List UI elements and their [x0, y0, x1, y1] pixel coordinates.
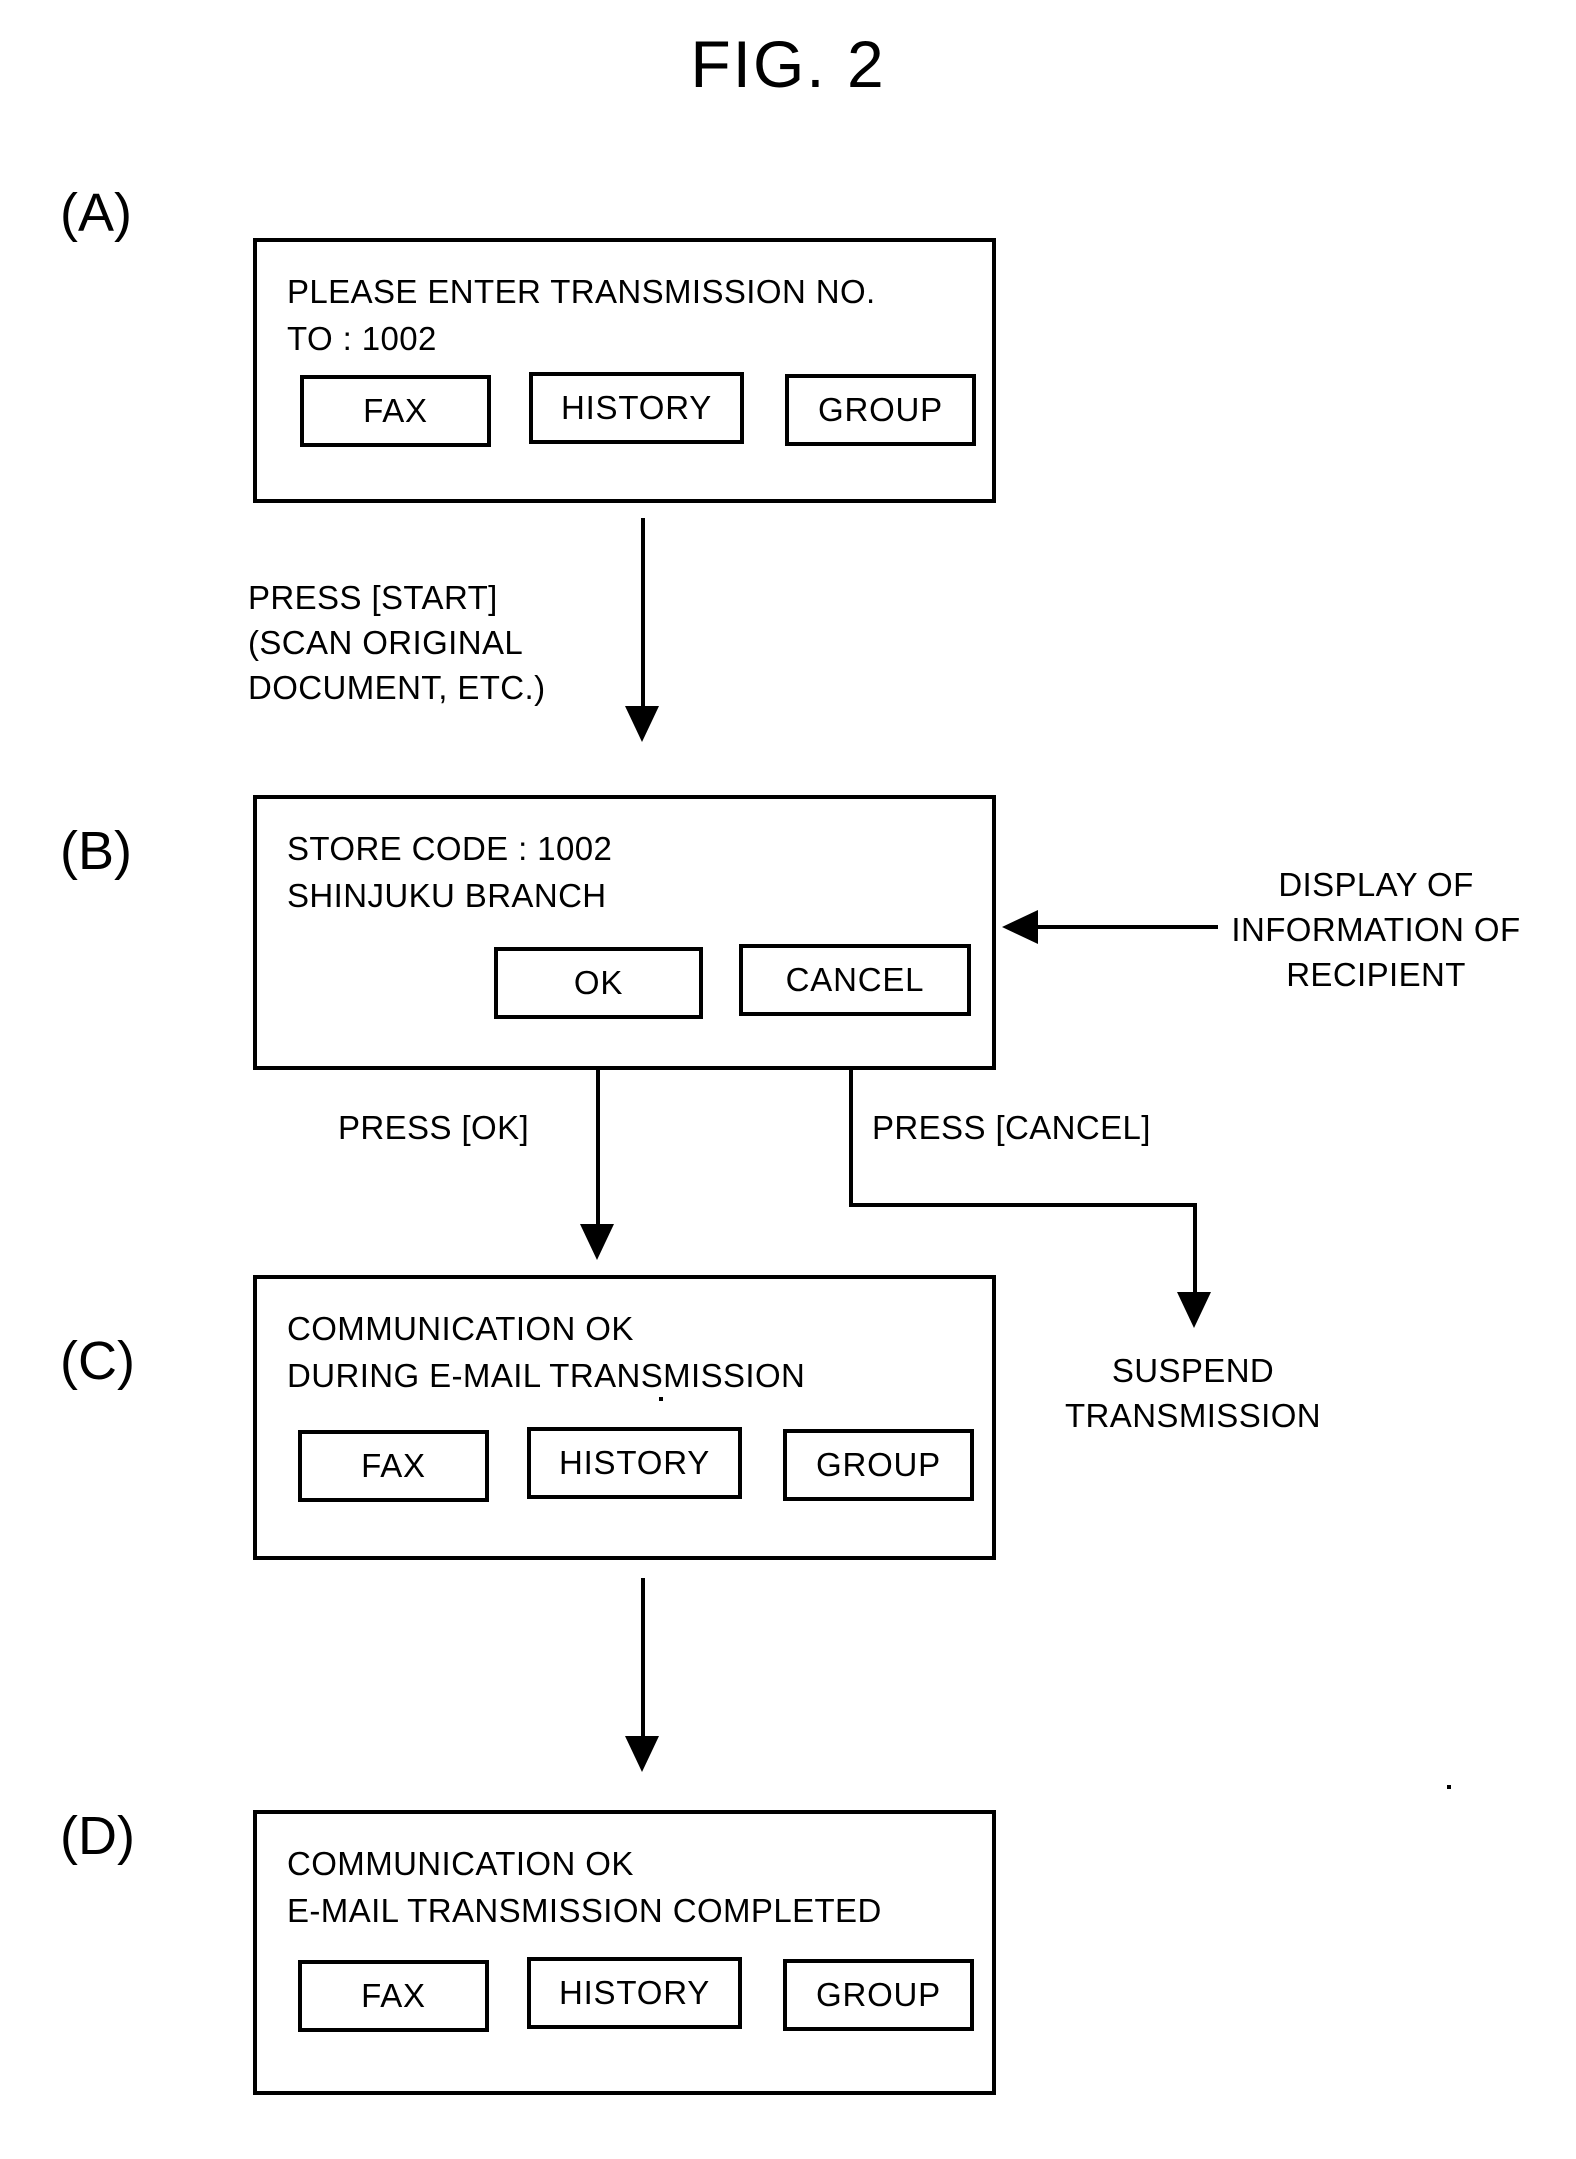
screen-d-line-2: E-MAIL TRANSMISSION COMPLETED — [287, 1892, 882, 1929]
screen-panel-a: PLEASE ENTER TRANSMISSION NO. TO : 1002 … — [253, 238, 996, 503]
annotation-display-recipient-line-3: RECIPIENT — [1286, 956, 1466, 993]
screen-panel-d: COMMUNICATION OK E-MAIL TRANSMISSION COM… — [253, 1810, 996, 2095]
button-fax-c[interactable]: FAX — [298, 1430, 489, 1502]
figure-title: FIG. 2 — [690, 27, 886, 101]
annotation-recipient-arrowhead — [1002, 910, 1038, 944]
connector-b-to-c-line — [596, 1070, 600, 1235]
annotation-recipient-leader-line — [1038, 925, 1218, 929]
button-group-a[interactable]: GROUP — [785, 374, 976, 446]
button-history-a[interactable]: HISTORY — [529, 372, 744, 444]
screen-c-line-2: DURING E-MAIL TRANSMISSION — [287, 1357, 806, 1394]
button-ok-b[interactable]: OK — [494, 947, 703, 1019]
button-history-d[interactable]: HISTORY — [527, 1957, 742, 2029]
connector-b-to-suspend-hline — [849, 1203, 1197, 1207]
screen-c-line-1: COMMUNICATION OK — [287, 1310, 634, 1347]
annotation-display-recipient-line-2: INFORMATION OF — [1231, 911, 1521, 948]
button-group-d[interactable]: GROUP — [783, 1959, 974, 2031]
screen-a-line-2: TO : 1002 — [287, 320, 437, 357]
annotation-press-ok: PRESS [OK] — [338, 1109, 530, 1146]
annotation-press-start-line-2: (SCAN ORIGINAL — [248, 624, 524, 661]
connector-b-to-suspend-arrowhead — [1177, 1292, 1211, 1328]
scan-speck-c — [659, 1397, 663, 1401]
screen-panel-c: COMMUNICATION OK DURING E-MAIL TRANSMISS… — [253, 1275, 996, 1560]
button-cancel-b[interactable]: CANCEL — [739, 944, 971, 1016]
annotation-suspend-line-2: TRANSMISSION — [1065, 1397, 1321, 1434]
connector-b-to-suspend-vline-2 — [1193, 1203, 1197, 1303]
scan-speck-d — [1447, 1785, 1451, 1789]
panel-label-a: (A) — [60, 183, 132, 243]
button-fax-d[interactable]: FAX — [298, 1960, 489, 2032]
connector-c-to-d-line — [641, 1578, 645, 1748]
button-history-c[interactable]: HISTORY — [527, 1427, 742, 1499]
screen-a-line-1: PLEASE ENTER TRANSMISSION NO. — [287, 273, 876, 310]
annotation-press-start-line-1: PRESS [START] — [248, 579, 498, 616]
connector-b-to-suspend-vline-1 — [849, 1070, 853, 1207]
annotation-display-recipient-line-1: DISPLAY OF — [1278, 866, 1474, 903]
connector-b-to-c-arrowhead — [580, 1224, 614, 1260]
annotation-press-start: PRESS [START] (SCAN ORIGINAL DOCUMENT, E… — [248, 575, 546, 710]
button-group-c[interactable]: GROUP — [783, 1429, 974, 1501]
annotation-display-recipient: DISPLAY OF INFORMATION OF RECIPIENT — [1196, 862, 1556, 997]
panel-label-c: (C) — [60, 1331, 135, 1391]
panel-label-b: (B) — [60, 821, 132, 881]
screen-b-line-2: SHINJUKU BRANCH — [287, 877, 607, 914]
button-fax-a[interactable]: FAX — [300, 375, 491, 447]
panel-label-d: (D) — [60, 1806, 135, 1866]
screen-b-line-1: STORE CODE : 1002 — [287, 830, 613, 867]
annotation-suspend-line-1: SUSPEND — [1111, 1352, 1275, 1389]
connector-c-to-d-arrowhead — [625, 1736, 659, 1772]
annotation-suspend-transmission: SUSPEND TRANSMISSION — [1013, 1348, 1373, 1438]
connector-a-to-b-arrowhead — [625, 706, 659, 742]
screen-d-line-1: COMMUNICATION OK — [287, 1845, 634, 1882]
annotation-press-start-line-3: DOCUMENT, ETC.) — [248, 669, 546, 706]
annotation-press-cancel: PRESS [CANCEL] — [872, 1109, 1151, 1146]
connector-a-to-b-line — [641, 518, 645, 718]
screen-panel-b: STORE CODE : 1002 SHINJUKU BRANCH OK CAN… — [253, 795, 996, 1070]
